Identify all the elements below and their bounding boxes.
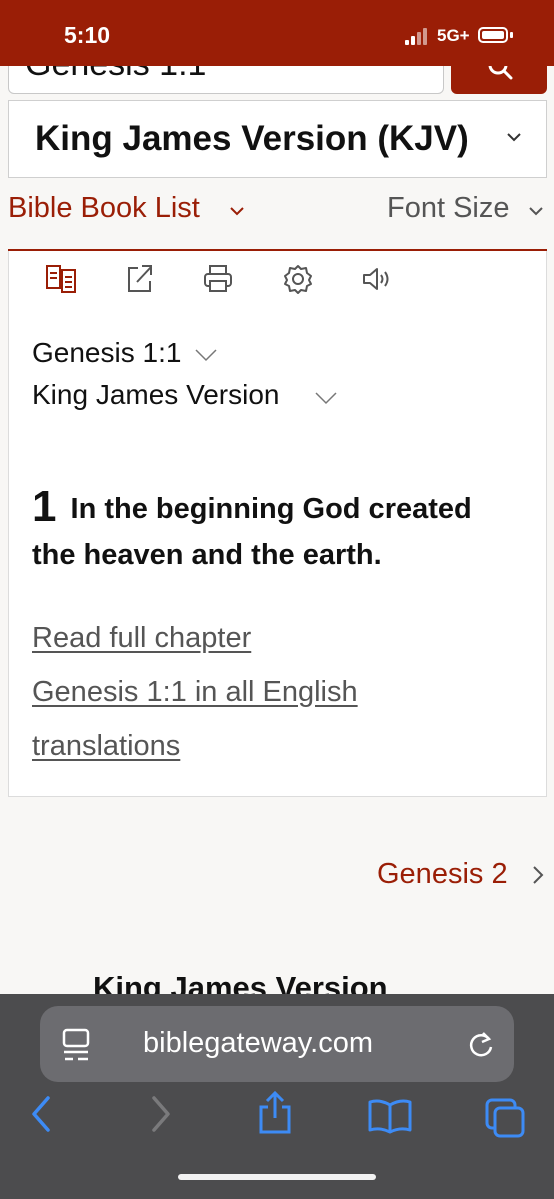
version-select[interactable]: King James Version (KJV) [8, 100, 547, 178]
next-chapter-link[interactable]: Genesis 2 [377, 858, 508, 891]
parallel-icon[interactable] [44, 262, 78, 296]
bookmarks-icon[interactable] [366, 1098, 414, 1134]
home-indicator [178, 1174, 376, 1180]
status-time: 5:10 [64, 22, 111, 48]
url-text: biblegateway.com [143, 1027, 373, 1059]
passage-version[interactable]: King James Version [32, 379, 279, 411]
browser-toolbar: biblegateway.com [0, 994, 554, 1199]
share-icon[interactable] [255, 1090, 295, 1136]
all-translations-link-line2[interactable]: translations [32, 730, 180, 763]
forward-icon[interactable] [146, 1094, 174, 1134]
passage-reference[interactable]: Genesis 1:1 [32, 337, 181, 369]
chevron-down-icon[interactable] [314, 391, 338, 405]
print-icon[interactable] [201, 262, 235, 296]
verse: 1 In the beginning God created the heave… [32, 484, 512, 578]
chevron-down-icon[interactable] [194, 348, 218, 362]
verse-text: In the beginning God created the heaven … [32, 493, 472, 571]
version-select-label: King James Version (KJV) [35, 119, 469, 158]
tabs-icon[interactable] [483, 1096, 527, 1138]
network-label: 5G+ [437, 26, 470, 45]
battery-nub [510, 32, 513, 38]
signal-icon [405, 27, 435, 45]
chevron-down-icon [529, 207, 543, 216]
address-bar[interactable]: biblegateway.com [40, 1006, 514, 1082]
reader-icon[interactable] [62, 1028, 90, 1062]
gear-icon[interactable] [281, 262, 315, 296]
battery-icon [478, 27, 508, 43]
all-translations-link-line1[interactable]: Genesis 1:1 in all English [32, 676, 358, 709]
status-bar: 5:10 5G+ [0, 0, 554, 66]
reload-icon[interactable] [467, 1030, 495, 1060]
read-full-chapter-link[interactable]: Read full chapter [32, 622, 251, 655]
back-icon[interactable] [28, 1094, 56, 1134]
bible-book-list-button[interactable]: Bible Book List [8, 192, 200, 225]
font-size-button[interactable]: Font Size [387, 192, 510, 225]
speaker-icon[interactable] [360, 262, 394, 296]
share-icon[interactable] [122, 262, 156, 296]
verse-number: 1 [32, 482, 57, 531]
chevron-down-icon [230, 207, 244, 216]
chevron-right-icon[interactable] [532, 865, 544, 885]
chevron-down-icon [507, 133, 521, 142]
